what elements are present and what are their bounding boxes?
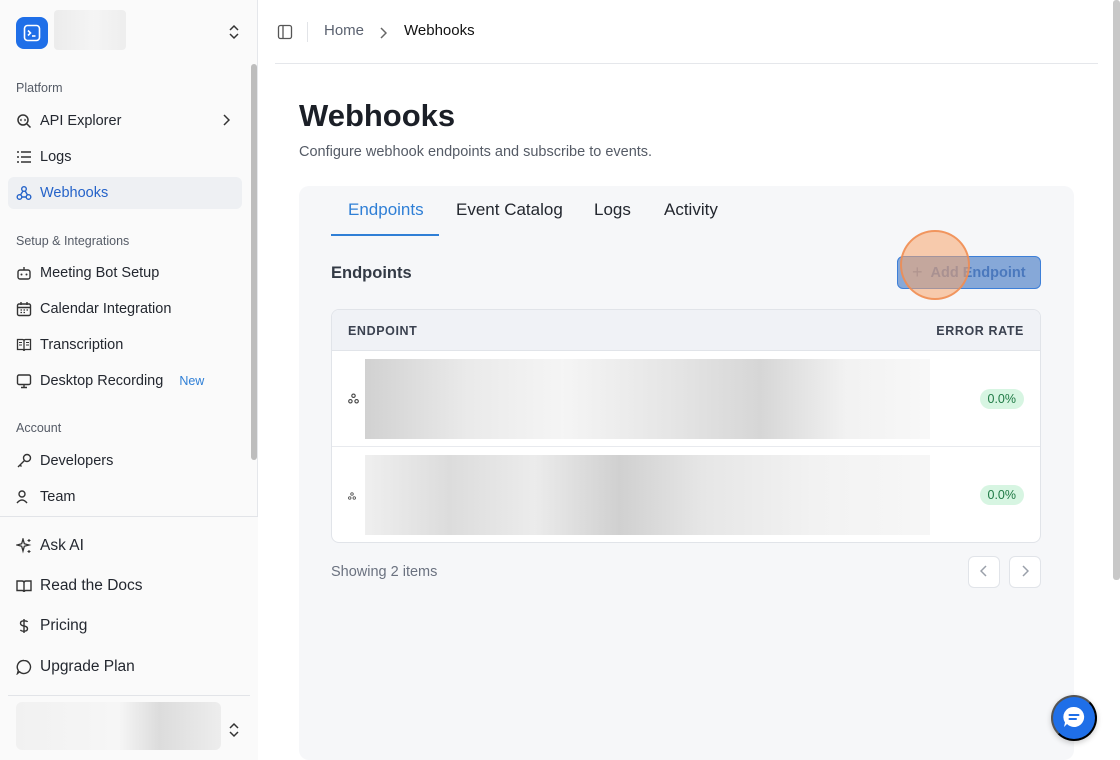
workspace-switcher[interactable]	[16, 10, 244, 50]
monitor-icon	[16, 373, 32, 389]
sidebar-item-team[interactable]: Team	[8, 481, 242, 513]
sidebar-item-api-explorer[interactable]: API Explorer	[8, 105, 242, 137]
sidebar-item-label: Developers	[40, 453, 114, 469]
sidebar-item-label: Meeting Bot Setup	[40, 265, 160, 281]
table-header: ENDPOINT ERROR RATE	[332, 310, 1040, 351]
calendar-icon	[16, 301, 32, 317]
table-row[interactable]: 0.0%	[332, 351, 1040, 447]
tab-endpoints[interactable]: Endpoints	[348, 200, 424, 220]
book-text-icon	[16, 337, 32, 353]
toolbar-divider	[307, 22, 308, 42]
top-bar: Home Webhooks	[275, 0, 1098, 64]
tab-logs[interactable]: Logs	[594, 200, 631, 220]
pricing-link[interactable]: Pricing	[16, 614, 87, 638]
sidebar-item-label: Logs	[40, 149, 72, 165]
sidebar-item-label: Desktop Recording	[40, 373, 164, 389]
chevron-right-icon	[1021, 564, 1030, 580]
sidebar-scrollbar[interactable]	[251, 64, 257, 460]
active-tab-indicator	[331, 234, 439, 236]
book-open-icon	[16, 578, 32, 594]
table-row[interactable]: 0.0%	[332, 447, 1040, 542]
workspace-name-redacted	[54, 10, 126, 50]
sidebar-item-developers[interactable]: Developers	[8, 445, 242, 477]
chevron-up-down-icon	[228, 24, 240, 45]
section-label-platform: Platform	[16, 81, 63, 95]
webhook-icon	[348, 487, 356, 505]
endpoint-url-redacted	[365, 359, 930, 439]
read-docs-link[interactable]: Read the Docs	[16, 574, 143, 598]
sidebar-item-webhooks[interactable]: Webhooks	[8, 177, 242, 209]
webhook-icon	[348, 391, 359, 409]
sidebar-item-desktop-recording[interactable]: Desktop Recording New	[8, 365, 242, 397]
chat-bubble-icon	[1061, 704, 1087, 733]
user-identity-redacted	[16, 702, 221, 750]
webhook-icon	[16, 185, 32, 201]
section-label-account: Account	[16, 421, 62, 435]
dollar-icon	[16, 618, 32, 634]
previous-page-button[interactable]	[968, 556, 1000, 588]
sidebar-item-label: Webhooks	[40, 185, 109, 201]
list-icon	[16, 149, 32, 165]
chevron-right-icon	[379, 26, 388, 44]
breadcrumb-current: Webhooks	[404, 22, 475, 39]
pricing-label: Pricing	[40, 617, 88, 634]
user-menu[interactable]	[8, 695, 250, 760]
sidebar-toggle-icon[interactable]	[277, 24, 293, 45]
sidebar-footer: Ask AI Read the Docs Pricing Upgrade Pla…	[0, 516, 258, 760]
plus-icon: +	[912, 262, 923, 282]
sidebar-nav: Platform API Explorer Logs Webhooks Setu…	[0, 64, 250, 516]
sidebar-item-label: API Explorer	[40, 113, 122, 129]
error-rate-badge: 0.0%	[979, 485, 1024, 505]
read-docs-label: Read the Docs	[40, 577, 143, 594]
tab-activity[interactable]: Activity	[664, 200, 718, 220]
sparkles-icon	[16, 538, 32, 554]
endpoint-url-redacted	[365, 455, 930, 535]
sidebar-item-meeting-bot[interactable]: Meeting Bot Setup	[8, 257, 242, 289]
users-icon	[16, 489, 32, 505]
chevron-right-icon	[222, 114, 231, 130]
column-header-error-rate: ERROR RATE	[936, 324, 1024, 338]
tab-event-catalog[interactable]: Event Catalog	[456, 200, 563, 220]
page-title: Webhooks	[299, 98, 456, 133]
search-code-icon	[16, 113, 32, 129]
next-page-button[interactable]	[1009, 556, 1041, 588]
upgrade-plan-link[interactable]: Upgrade Plan	[16, 655, 135, 679]
sidebar-item-label: Transcription	[40, 337, 124, 353]
sidebar-item-transcription[interactable]: Transcription	[8, 329, 242, 361]
key-icon	[16, 453, 32, 469]
page-scrollbar[interactable]	[1113, 0, 1120, 580]
terminal-logo-icon	[16, 17, 48, 49]
bot-icon	[16, 265, 32, 281]
add-endpoint-label: Add Endpoint	[930, 264, 1026, 281]
chat-support-button[interactable]	[1051, 695, 1097, 741]
endpoints-table: ENDPOINT ERROR RATE 0.0% 0.0%	[331, 309, 1041, 543]
chevron-left-icon	[979, 564, 988, 580]
new-badge: New	[179, 374, 205, 388]
page-subtitle: Configure webhook endpoints and subscrib…	[299, 144, 653, 160]
app-root: Platform API Explorer Logs Webhooks Setu…	[0, 0, 1120, 760]
endpoints-heading: Endpoints	[331, 264, 412, 282]
sidebar-item-logs[interactable]: Logs	[8, 141, 242, 173]
ask-ai-link[interactable]: Ask AI	[16, 534, 84, 558]
section-label-setup: Setup & Integrations	[16, 234, 130, 248]
error-rate-badge: 0.0%	[979, 389, 1024, 409]
ask-ai-label: Ask AI	[40, 537, 84, 554]
webhooks-card: Endpoints Event Catalog Logs Activity En…	[299, 186, 1074, 760]
chevron-up-down-icon	[228, 722, 240, 743]
sidebar-item-calendar[interactable]: Calendar Integration	[8, 293, 242, 325]
pagination-summary: Showing 2 items	[331, 564, 438, 580]
upgrade-plan-label: Upgrade Plan	[40, 658, 135, 675]
breadcrumb-home[interactable]: Home	[324, 22, 364, 39]
add-endpoint-button[interactable]: + Add Endpoint	[897, 256, 1041, 289]
sidebar-item-label: Calendar Integration	[40, 301, 172, 317]
message-circle-icon	[16, 659, 32, 675]
column-header-endpoint: ENDPOINT	[348, 324, 418, 338]
sidebar-item-label: Team	[40, 489, 76, 505]
sidebar: Platform API Explorer Logs Webhooks Setu…	[0, 0, 258, 760]
